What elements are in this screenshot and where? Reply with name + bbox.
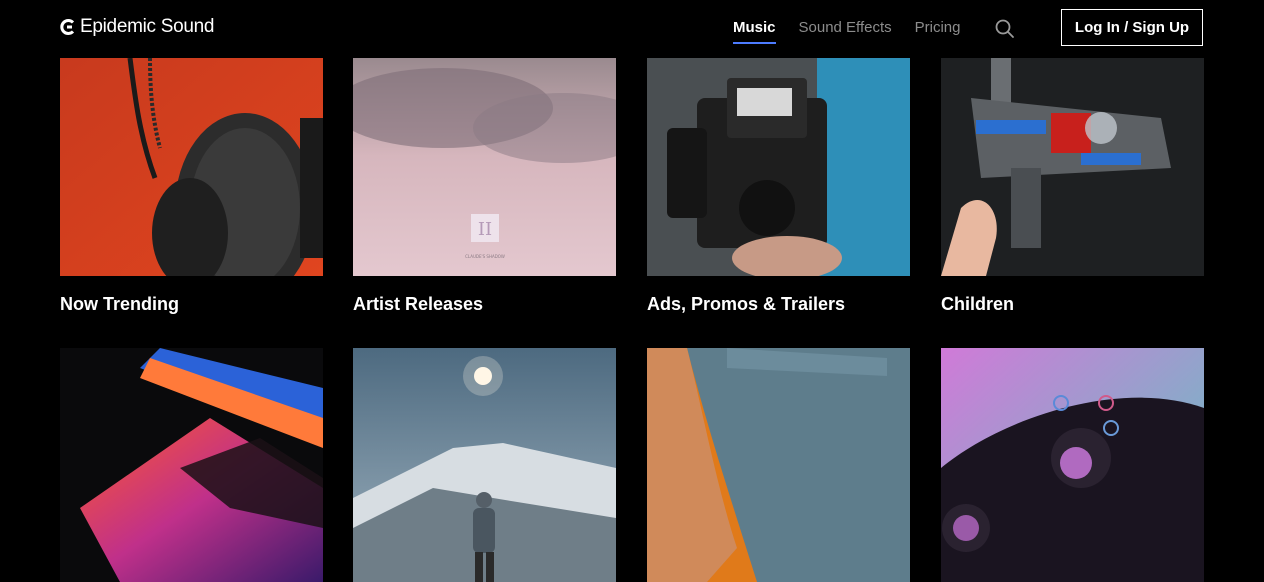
- category-tile-artist-releases[interactable]: II CLAUDE'S SHADOW Artist Releases: [353, 58, 616, 314]
- epidemic-logo-icon: [60, 19, 75, 35]
- top-nav-bar: Epidemic Sound Music Sound Effects Prici…: [0, 0, 1264, 58]
- nav-pricing[interactable]: Pricing: [915, 19, 961, 36]
- category-tile-laptop[interactable]: [60, 348, 323, 582]
- category-image: II CLAUDE'S SHADOW: [353, 58, 616, 276]
- login-signup-button[interactable]: Log In / Sign Up: [1061, 9, 1203, 46]
- category-label: Ads, Promos & Trailers: [647, 294, 846, 314]
- category-tile-pocket[interactable]: [647, 348, 910, 582]
- nav-sound-effects[interactable]: Sound Effects: [799, 19, 892, 36]
- album-cover-image: II CLAUDE'S SHADOW: [353, 58, 616, 276]
- category-image: [941, 58, 1204, 276]
- person-pocket-image: [647, 348, 910, 582]
- category-tile-mountain[interactable]: [353, 348, 616, 582]
- main-nav: Music Sound Effects Pricing: [733, 19, 984, 44]
- logo[interactable]: Epidemic Sound: [60, 16, 214, 38]
- category-image: [941, 348, 1204, 582]
- svg-text:II: II: [478, 219, 492, 240]
- search-icon[interactable]: [994, 18, 1016, 40]
- game-controller-image: [941, 348, 1204, 582]
- toy-spaceship-image: [941, 58, 1204, 276]
- logo-text: Epidemic Sound: [80, 16, 215, 37]
- category-label: Now Trending: [60, 294, 179, 314]
- laptop-image: [60, 348, 323, 582]
- mountain-hiker-image: [353, 348, 616, 582]
- category-label: Artist Releases: [353, 294, 484, 314]
- category-image: [60, 348, 323, 582]
- category-tile-ads-promos-trailers[interactable]: Ads, Promos & Trailers: [647, 58, 910, 314]
- album-cover-text: CLAUDE'S SHADOW: [465, 254, 505, 259]
- category-label: Children: [941, 294, 1015, 314]
- category-tile-now-trending[interactable]: Now Trending: [60, 58, 323, 314]
- headphones-image: [60, 58, 323, 276]
- category-image: [353, 348, 616, 582]
- category-image: [647, 58, 910, 276]
- category-image: [60, 58, 323, 276]
- category-tile-gaming[interactable]: [941, 348, 1204, 582]
- category-image: [647, 348, 910, 582]
- video-camera-image: [647, 58, 910, 276]
- category-tile-children[interactable]: Children: [941, 58, 1204, 314]
- nav-music[interactable]: Music: [733, 19, 776, 44]
